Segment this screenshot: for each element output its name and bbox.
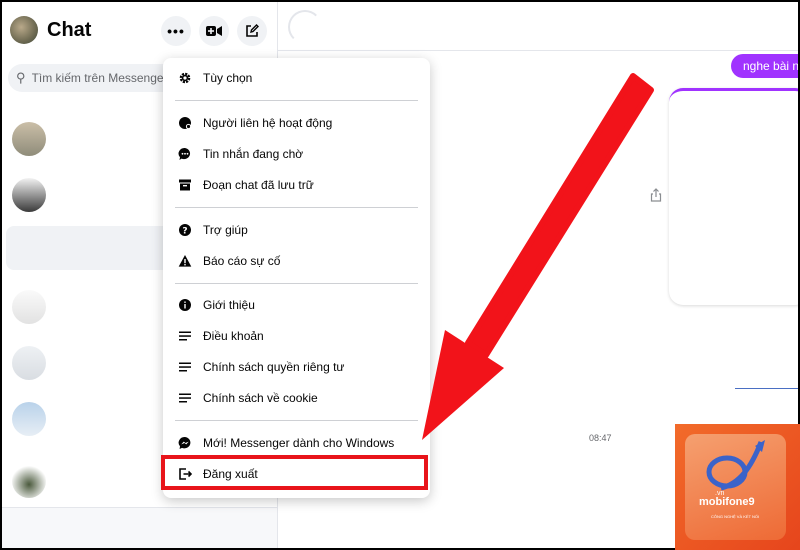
shared-content-card[interactable] — [669, 88, 798, 305]
ellipsis-icon: ••• — [167, 23, 185, 39]
conversation-avatar — [12, 402, 46, 436]
conversation-item[interactable] — [8, 116, 158, 160]
menu-separator — [175, 420, 418, 421]
menu-item-cookie-policy[interactable]: Chính sách về cookie — [171, 384, 422, 412]
menu-item-label: Tùy chọn — [203, 71, 253, 85]
menu-item-active-contacts[interactable]: Người liên hệ hoạt động — [171, 109, 422, 137]
share-icon[interactable] — [650, 188, 662, 205]
active-contacts-icon — [177, 115, 193, 131]
menu-item-label: Đoạn chat đã lưu trữ — [203, 178, 314, 192]
menu-item-label: Báo cáo sự cố — [203, 254, 281, 268]
search-input[interactable] — [29, 70, 174, 86]
menu-item-label: Trợ giúp — [203, 223, 248, 237]
logout-highlight-box — [161, 455, 428, 490]
menu-item-about[interactable]: Giới thiệu — [171, 291, 422, 319]
menu-item-preferences[interactable]: Tùy chọn — [171, 64, 422, 92]
profile-avatar[interactable] — [10, 16, 38, 44]
menu-item-message-requests[interactable]: Tin nhắn đang chờ — [171, 140, 422, 168]
conversation-item[interactable] — [8, 458, 158, 502]
lines-icon — [177, 359, 193, 375]
logo-swoosh-icon — [706, 440, 765, 491]
menu-item-terms[interactable]: Điều khoản — [171, 322, 422, 350]
sidebar-title: Chat — [47, 19, 92, 41]
conversation-item[interactable] — [8, 396, 158, 440]
lines-icon — [177, 328, 193, 344]
message-bubble-icon — [177, 146, 193, 162]
conversation-item[interactable] — [8, 340, 158, 384]
gear-icon — [177, 70, 193, 86]
more-options-button[interactable]: ••• — [161, 16, 191, 46]
menu-separator — [175, 100, 418, 101]
search-box[interactable]: ⚲ — [8, 64, 178, 92]
share-glyph — [650, 188, 662, 202]
message-timestamp: 08:47 — [589, 433, 612, 443]
chat-header — [278, 2, 798, 51]
conversation-avatar — [12, 290, 46, 324]
svg-text:?: ? — [182, 226, 187, 236]
logo-brand-text: mobifone9 — [699, 496, 755, 508]
menu-item-label: Người liên hệ hoạt động — [203, 116, 333, 130]
conversation-avatar — [12, 346, 46, 380]
menu-separator — [175, 283, 418, 284]
mobifone9-logo: mobifone9 .vn CÔNG NGHỆ VÀ KẾT NỐI — [675, 424, 800, 550]
sidebar-footer — [2, 507, 277, 548]
menu-separator — [175, 207, 418, 208]
info-circle-icon — [177, 297, 193, 313]
menu-item-label: Chính sách quyền riêng tư — [203, 360, 345, 374]
conversation-avatar — [12, 464, 46, 498]
menu-item-label: Giới thiệu — [203, 298, 255, 312]
menu-item-messenger-windows[interactable]: Mới! Messenger dành cho Windows — [171, 429, 422, 457]
logo-badge: mobifone9 .vn CÔNG NGHỆ VÀ KẾT NỐI — [685, 434, 786, 540]
compose-icon — [246, 24, 259, 37]
menu-item-label: Chính sách về cookie — [203, 391, 318, 405]
lines-icon — [177, 390, 193, 406]
menu-item-label: Điều khoản — [203, 329, 264, 343]
menu-item-privacy-policy[interactable]: Chính sách quyền riêng tư — [171, 353, 422, 381]
logo-tagline: CÔNG NGHỆ VÀ KẾT NỐI — [711, 514, 760, 519]
divider-line — [735, 388, 798, 389]
menu-item-help[interactable]: ? Trợ giúp — [171, 216, 422, 244]
archive-box-icon — [177, 177, 193, 193]
message-bubble[interactable]: nghe bài nà — [731, 54, 798, 78]
chat-contact-avatar[interactable] — [288, 10, 322, 44]
video-camera-icon — [206, 26, 222, 36]
messenger-logo-icon — [177, 435, 193, 451]
menu-item-label: Mới! Messenger dành cho Windows — [203, 436, 395, 450]
logo-domain-text: .vn — [715, 490, 725, 497]
menu-item-archived-chats[interactable]: Đoạn chat đã lưu trữ — [171, 171, 422, 199]
sidebar-header: Chat ••• — [2, 2, 277, 60]
warning-triangle-icon — [177, 253, 193, 269]
options-menu: Tùy chọn Người liên hệ hoạt động Tin nhắ… — [163, 58, 430, 498]
menu-item-report-problem[interactable]: Báo cáo sự cố — [171, 247, 422, 275]
question-circle-icon: ? — [177, 222, 193, 238]
new-video-call-button[interactable] — [199, 16, 229, 46]
conversation-item[interactable] — [8, 284, 158, 328]
new-message-button[interactable] — [237, 16, 267, 46]
conversation-avatar — [12, 178, 46, 212]
conversation-avatar — [12, 122, 46, 156]
search-icon: ⚲ — [16, 70, 26, 85]
menu-item-label: Tin nhắn đang chờ — [203, 147, 304, 161]
conversation-item[interactable] — [8, 172, 158, 216]
